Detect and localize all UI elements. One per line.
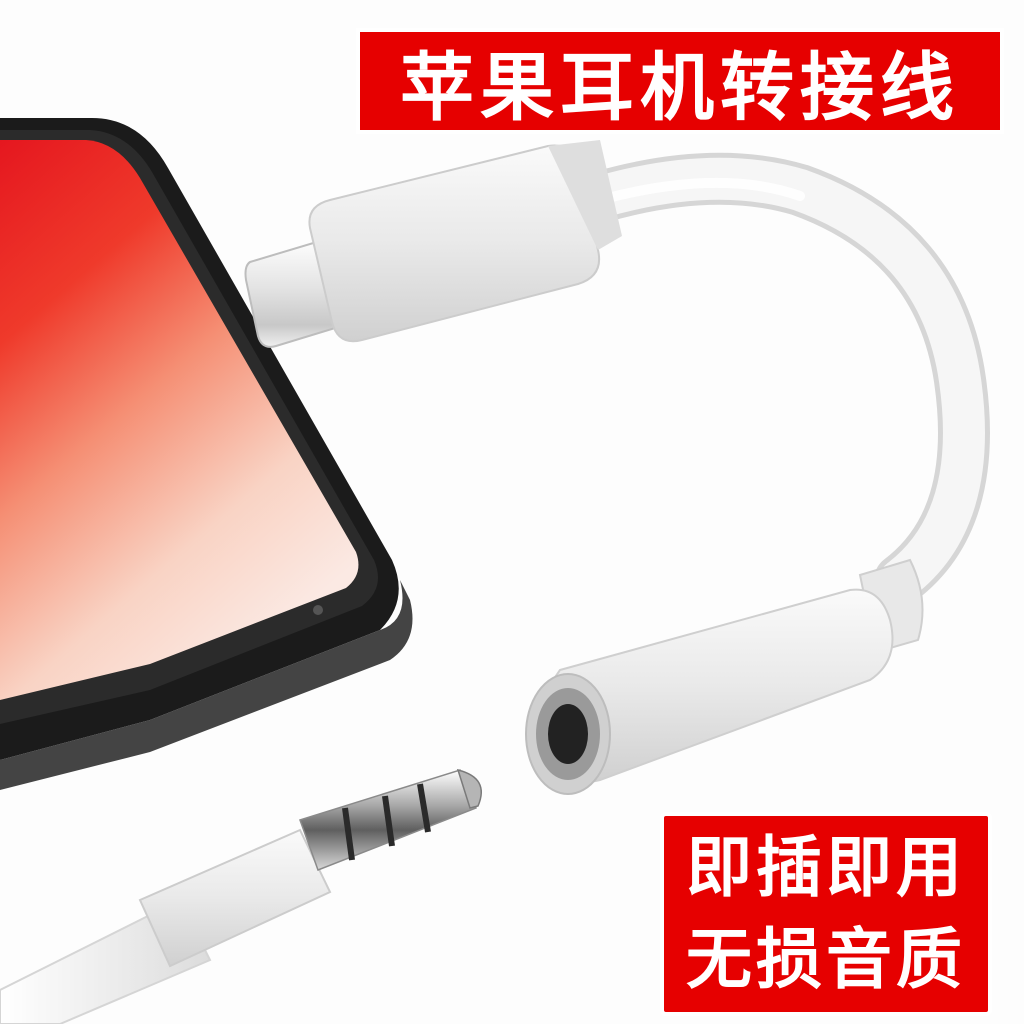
- lightning-connector: [244, 140, 622, 348]
- feature-lossless-audio: 无损音质: [686, 921, 966, 998]
- title-banner: 苹果耳机转接线: [356, 28, 1004, 134]
- headphone-socket: [525, 558, 924, 795]
- product-title: 苹果耳机转接线: [400, 44, 960, 131]
- feature-box: 即插即用 无损音质: [660, 812, 992, 1016]
- product-photo: 苹果耳机转接线 即插即用 无损音质: [0, 0, 1024, 1024]
- plug-housing: [138, 828, 332, 968]
- lightning-housing: [308, 144, 600, 343]
- audio-plug: [0, 768, 482, 1024]
- jack-hole-icon: [548, 704, 588, 764]
- adapter-cable: [534, 152, 990, 606]
- feature-plug-and-play: 即插即用: [686, 829, 966, 906]
- phone-port-icon: [313, 605, 323, 615]
